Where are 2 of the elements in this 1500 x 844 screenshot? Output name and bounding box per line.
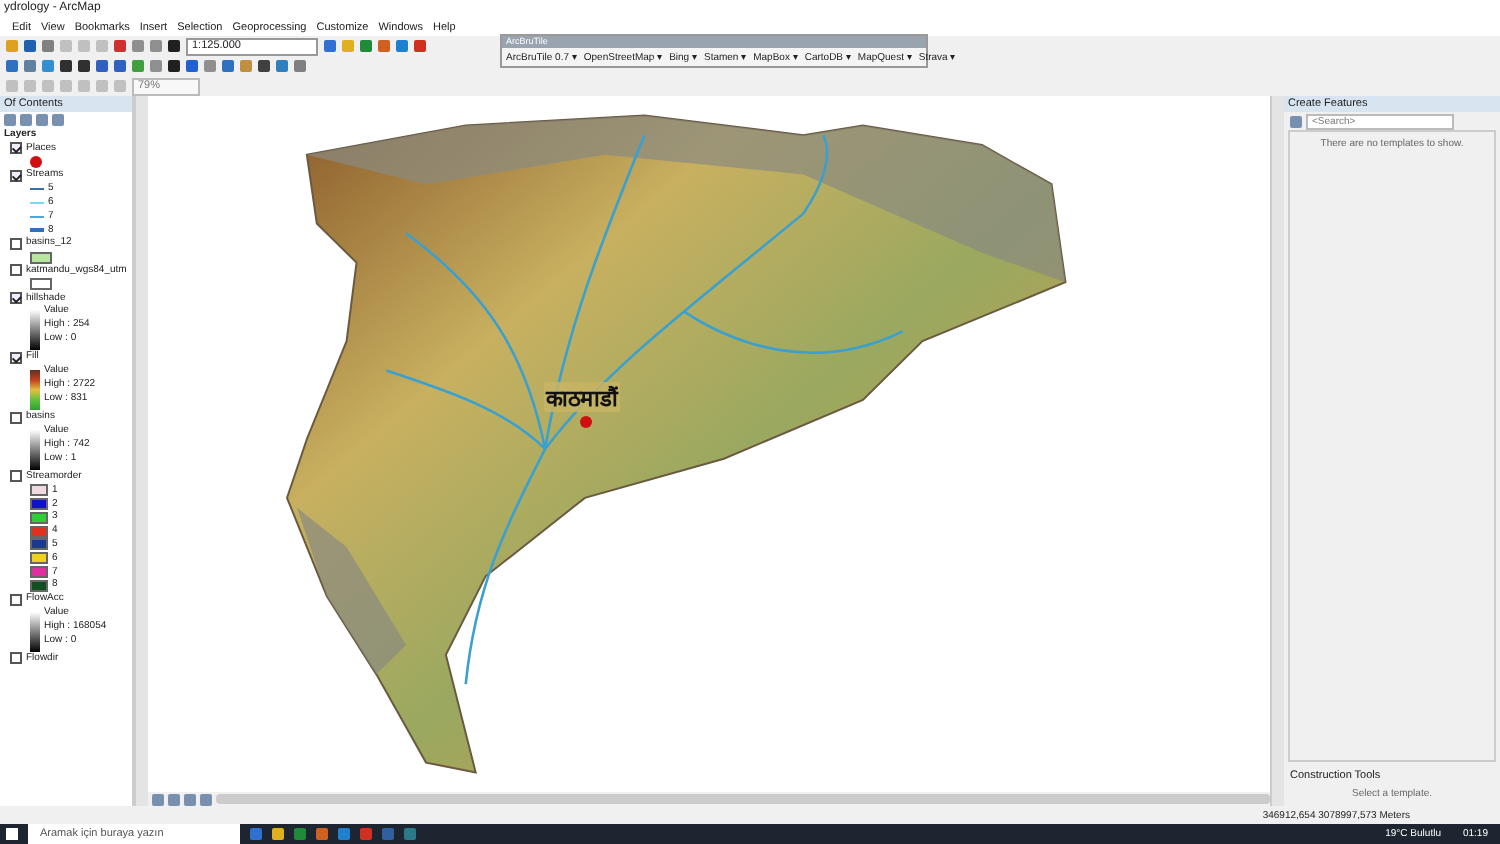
map-canvas[interactable]: काठमाडौं — [148, 96, 1270, 792]
place-label: काठमाडौं — [544, 382, 620, 412]
